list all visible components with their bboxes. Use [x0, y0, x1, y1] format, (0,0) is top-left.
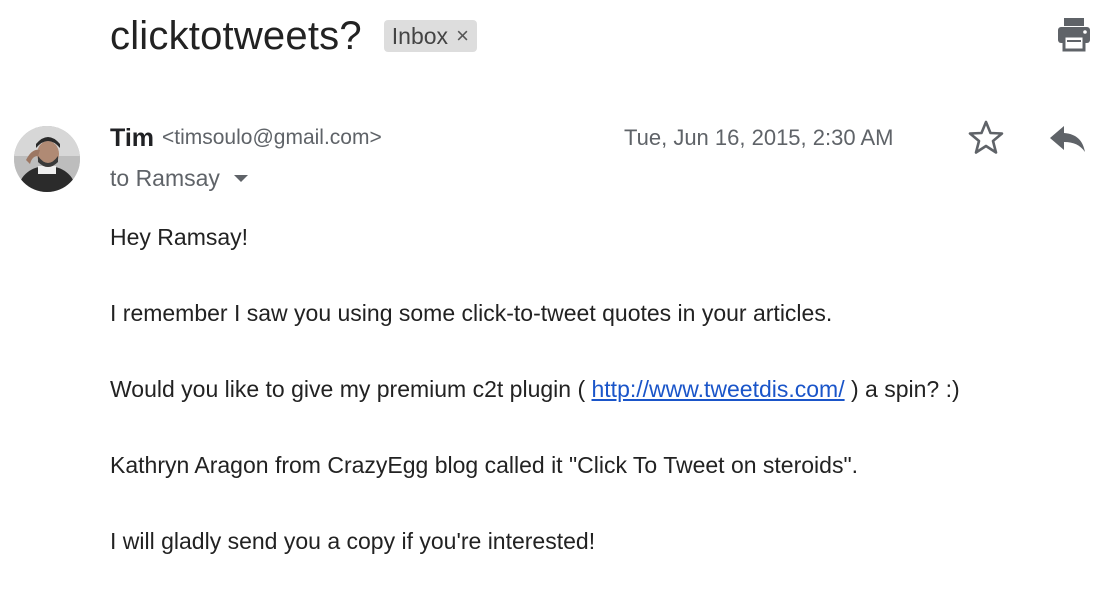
- body-text: ) a spin? :): [844, 376, 960, 402]
- sender-email: <timsoulo@gmail.com>: [162, 126, 382, 149]
- sender-row: Tim <timsoulo@gmail.com>: [110, 118, 382, 158]
- print-icon: [1058, 18, 1090, 52]
- email-subject: clicktotweets?: [110, 13, 362, 58]
- avatar[interactable]: [14, 126, 80, 192]
- body-paragraph: I remember I saw you using some click-to…: [110, 300, 833, 326]
- body-paragraph: Kathryn Aragon from CrazyEgg blog called…: [110, 452, 859, 478]
- body-paragraph: I will gladly send you a copy if you're …: [110, 528, 596, 554]
- email-body: Hey Ramsay! I remember I saw you using s…: [110, 218, 1100, 598]
- inbox-label-chip[interactable]: Inbox ×: [383, 20, 477, 52]
- tweetdis-link[interactable]: http://www.tweetdis.com/: [592, 376, 845, 402]
- sender-name[interactable]: Tim: [110, 124, 154, 153]
- reply-button[interactable]: [1046, 118, 1088, 158]
- subject-row: clicktotweets? Inbox ×: [110, 8, 477, 64]
- recipient-text: to Ramsay: [110, 164, 220, 191]
- label-text: Inbox: [391, 22, 449, 49]
- body-greeting: Hey Ramsay!: [110, 224, 249, 250]
- remove-label-button[interactable]: ×: [456, 25, 469, 47]
- chevron-down-icon: [233, 174, 248, 182]
- reply-icon: [1050, 126, 1085, 152]
- body-paragraph-with-link: Would you like to give my premium c2t pl…: [110, 370, 1100, 408]
- recipient-details-toggle[interactable]: to Ramsay: [110, 160, 248, 196]
- email-date: Tue, Jun 16, 2015, 2:30 AM: [624, 125, 894, 150]
- body-text: Would you like to give my premium c2t pl…: [110, 376, 592, 402]
- star-button[interactable]: [966, 118, 1006, 158]
- print-button[interactable]: [1054, 14, 1094, 54]
- star-icon: [968, 120, 1004, 154]
- avatar-image: [14, 126, 80, 192]
